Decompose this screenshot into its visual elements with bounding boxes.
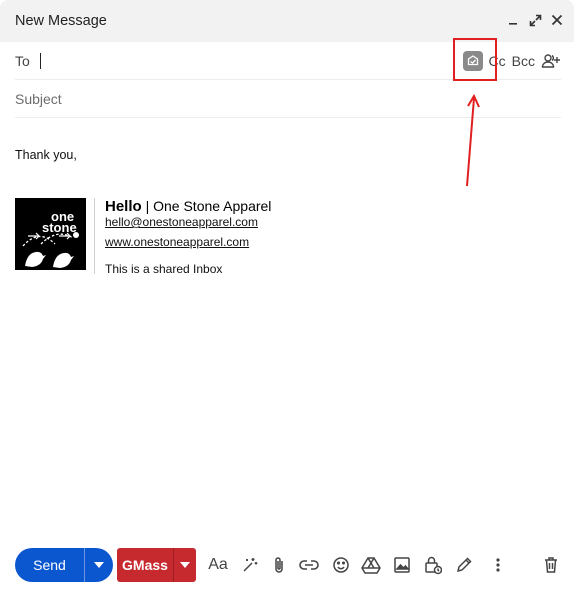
drive-icon[interactable] [361,556,381,574]
compose-title: New Message [15,13,107,29]
signature-company: One Stone Apparel [153,198,272,214]
chevron-down-icon [94,562,104,568]
add-recipients-icon[interactable] [541,53,561,69]
close-icon[interactable] [550,12,564,28]
send-options-button[interactable] [84,548,113,582]
one-stone-logo: one stone [15,198,86,270]
to-label: To [15,52,30,69]
send-button[interactable]: Send [15,548,84,582]
signature-heading: Hello | One Stone Apparel [105,198,271,215]
text-cursor [39,52,41,69]
compose-header: New Message [0,0,574,42]
attach-icon[interactable] [269,556,289,574]
signature-icon[interactable] [454,556,474,574]
formatting-options-button[interactable]: Aa [208,556,228,574]
bcc-button[interactable]: Bcc [512,53,535,69]
window-controls [506,12,564,28]
more-options-icon[interactable] [488,556,508,574]
compose-toolbar: Send GMass [15,548,196,582]
email-signature: one stone Hello | One Stone Apparel hell… [15,198,271,276]
link-icon[interactable] [299,556,319,574]
signature-divider [94,198,95,274]
discard-draft-icon[interactable] [541,556,561,574]
confidential-mode-icon[interactable] [423,556,443,575]
expand-icon[interactable] [528,12,542,28]
signature-email-link[interactable]: hello@onestoneapparel.com [105,215,271,230]
signature-name: Hello [105,198,142,215]
message-body[interactable]: Thank you, [15,148,77,162]
gmass-options-button[interactable] [173,548,196,582]
annotation-highlight-box [453,38,497,81]
logo-text-stone: stone [42,220,77,235]
chevron-down-icon [180,562,190,568]
photo-icon[interactable] [392,556,412,574]
signature-note: This is a shared Inbox [105,262,223,276]
gmass-group: GMass [117,548,196,582]
emoji-icon[interactable] [331,556,351,574]
gmass-button[interactable]: GMass [117,548,173,582]
signature-text: Hello | One Stone Apparel hello@onestone… [105,198,271,276]
ai-write-icon[interactable] [240,556,260,574]
signature-separator: | [145,198,150,214]
send-group: Send [15,548,113,582]
signature-website-link[interactable]: www.onestoneapparel.com [105,235,271,250]
annotation-arrow [466,93,480,187]
minimize-icon[interactable] [506,12,520,28]
